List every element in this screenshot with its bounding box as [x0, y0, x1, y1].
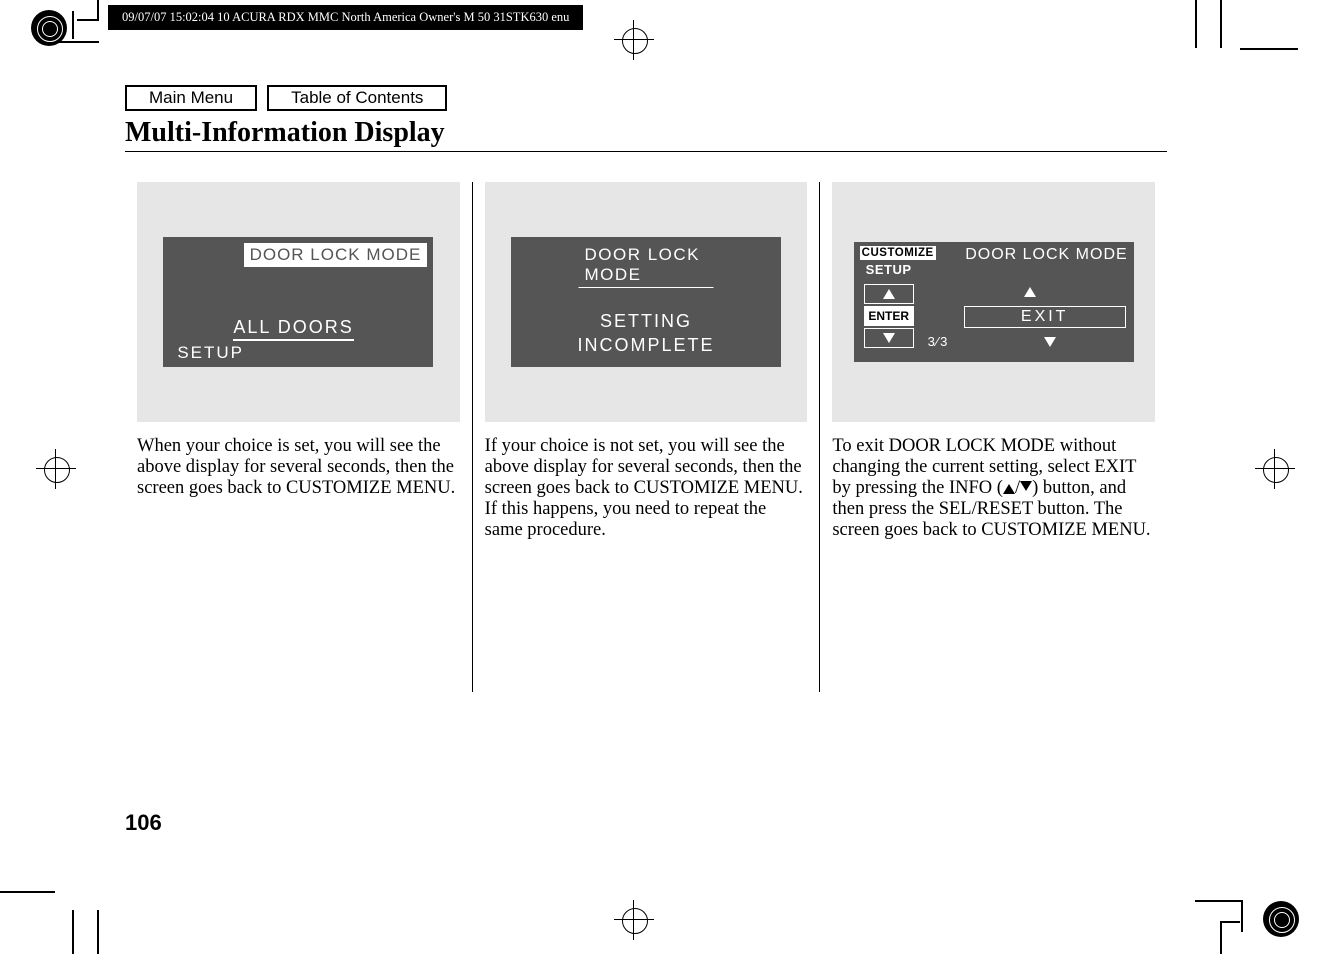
crop-mark: [1241, 900, 1243, 932]
column-1: DOOR LOCK MODE ALL DOORS SETUP When your…: [125, 182, 472, 692]
lcd3-option-up-icon: [1024, 284, 1036, 300]
crop-mark: [1195, 0, 1197, 48]
lcd-display-3: CUSTOMIZE DOOR LOCK MODE SETUP ENTER EXI…: [854, 242, 1134, 362]
lcd2-line1: SETTING: [511, 311, 781, 332]
crop-mark: [97, 910, 99, 954]
column-2: DOOR LOCK MODE SETTING INCOMPLETE If you…: [472, 182, 820, 692]
lcd3-exit-option: EXIT: [964, 306, 1126, 328]
main-menu-button[interactable]: Main Menu: [125, 85, 257, 111]
triangle-up-icon: [1003, 484, 1015, 494]
crosshair-icon: [1255, 449, 1295, 489]
lcd1-title: DOOR LOCK MODE: [244, 243, 428, 267]
lcd3-title: DOOR LOCK MODE: [965, 246, 1127, 264]
crosshair-icon: [614, 20, 654, 60]
lcd3-up-button-icon: [864, 284, 914, 304]
crop-mark: [72, 11, 74, 39]
lcd3-setup-label: SETUP: [866, 262, 912, 277]
crop-mark: [1220, 921, 1222, 954]
table-of-contents-button[interactable]: Table of Contents: [267, 85, 447, 111]
nav-buttons: Main Menu Table of Contents: [125, 85, 1167, 111]
lcd1-setup-label: SETUP: [177, 343, 244, 363]
lcd3-page-fraction: 3⁄3: [928, 334, 949, 349]
page-content: Main Menu Table of Contents Multi-Inform…: [125, 85, 1167, 692]
lcd-display-1: DOOR LOCK MODE ALL DOORS SETUP: [163, 237, 433, 367]
crop-mark: [0, 891, 55, 893]
crosshair-icon: [36, 449, 76, 489]
illustration-2: DOOR LOCK MODE SETTING INCOMPLETE: [485, 182, 808, 422]
lcd3-customize-badge: CUSTOMIZE: [860, 246, 936, 260]
title-rule: [125, 151, 1167, 152]
lcd1-value: ALL DOORS: [233, 317, 353, 341]
crop-mark: [77, 19, 99, 21]
column-2-text: If your choice is not set, you will see …: [485, 436, 808, 541]
lcd2-line2: INCOMPLETE: [511, 335, 781, 356]
crop-mark: [1240, 48, 1298, 50]
column-3: CUSTOMIZE DOOR LOCK MODE SETUP ENTER EXI…: [819, 182, 1167, 692]
crop-mark: [72, 910, 74, 954]
pdf-header-strip: 09/07/07 15:02:04 10 ACURA RDX MMC North…: [108, 5, 583, 30]
page-number: 106: [125, 810, 162, 836]
columns: DOOR LOCK MODE ALL DOORS SETUP When your…: [125, 182, 1167, 692]
crosshair-icon: [614, 900, 654, 940]
crop-mark: [97, 0, 99, 19]
crop-mark: [1220, 0, 1222, 48]
lcd3-enter-button: ENTER: [864, 306, 914, 326]
lcd3-down-button-icon: [864, 328, 914, 348]
registration-mark-icon: [31, 10, 67, 46]
triangle-down-icon: [1020, 481, 1032, 491]
crop-mark: [57, 41, 99, 43]
crop-mark: [1195, 900, 1243, 902]
column-3-text: To exit DOOR LOCK MODE without changing …: [832, 436, 1155, 541]
lcd2-title: DOOR LOCK MODE: [579, 243, 714, 288]
column-1-text: When your choice is set, you will see th…: [137, 436, 460, 499]
page-title: Multi-Information Display: [125, 117, 1167, 149]
illustration-3: CUSTOMIZE DOOR LOCK MODE SETUP ENTER EXI…: [832, 182, 1155, 422]
lcd3-option-down-icon: [1044, 334, 1056, 350]
lcd-display-2: DOOR LOCK MODE SETTING INCOMPLETE: [511, 237, 781, 367]
registration-mark-icon: [1263, 901, 1299, 937]
crop-mark: [1220, 921, 1240, 923]
illustration-1: DOOR LOCK MODE ALL DOORS SETUP: [137, 182, 460, 422]
